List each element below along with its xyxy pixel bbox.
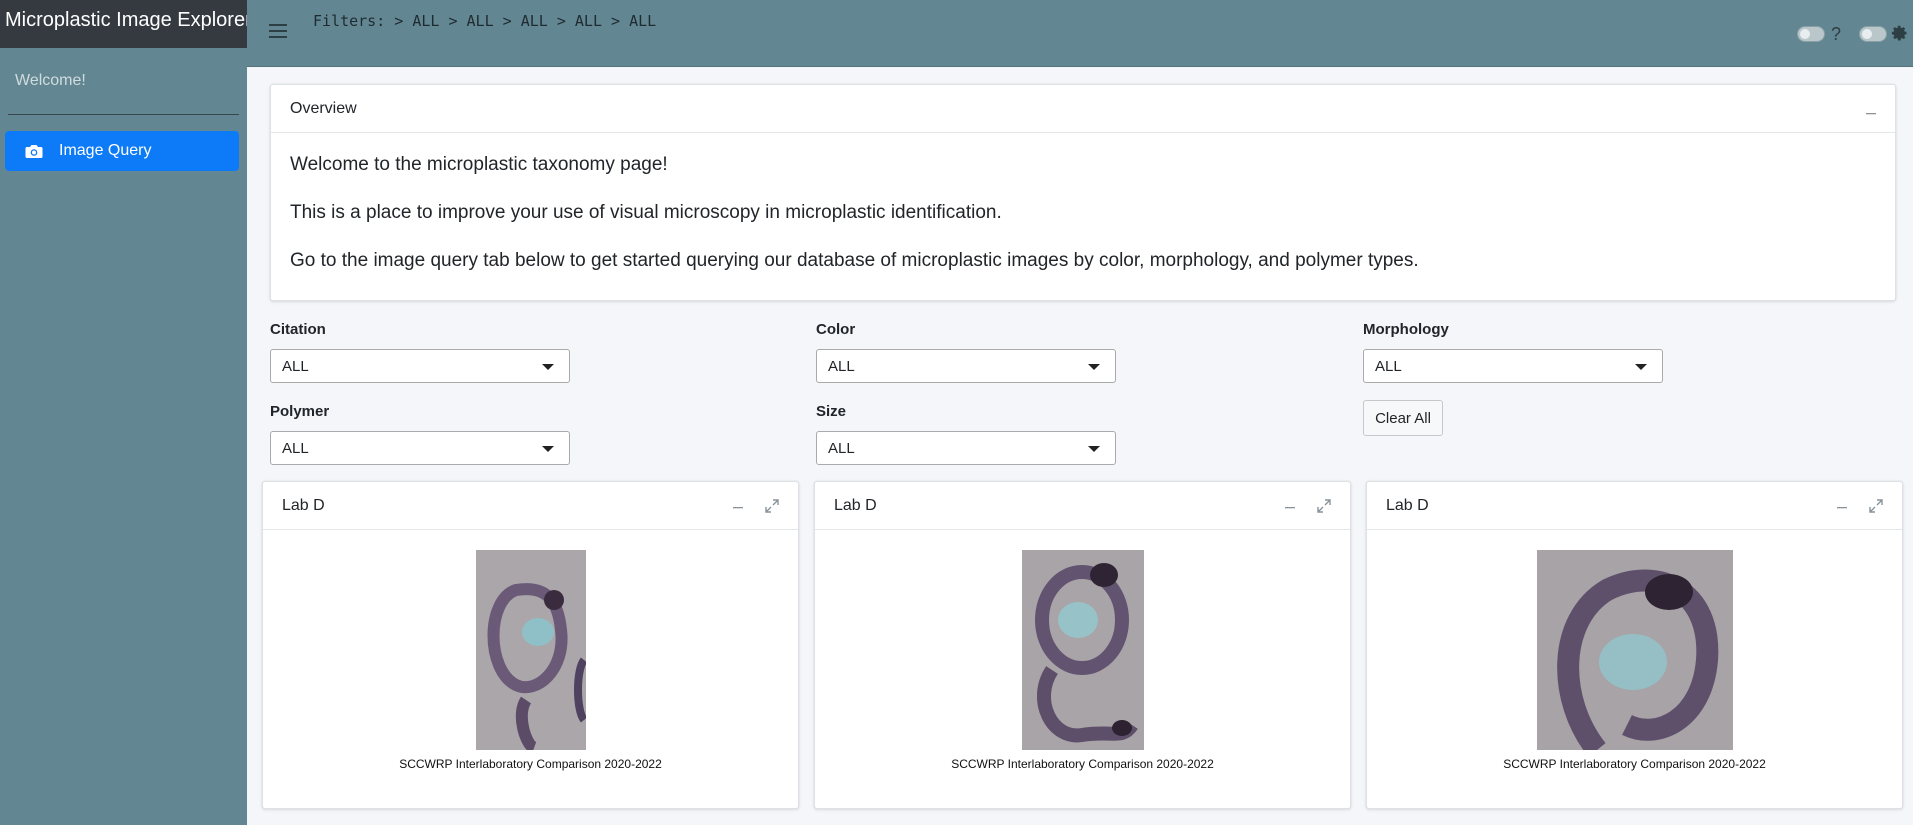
microplastic-image[interactable] [475,550,586,750]
color-select[interactable]: ALL [816,349,1116,383]
morphology-value: ALL [1375,357,1402,375]
result-caption: SCCWRP Interlaboratory Comparison 2020-2… [951,757,1214,771]
result-card-title: Lab D [834,496,877,514]
welcome-text: Welcome! [15,72,86,89]
result-card: Lab D SCCWRP Interlaboratory Comparison … [814,481,1351,809]
expand-icon[interactable] [1316,498,1332,514]
result-image-wrap [815,550,1350,750]
sidebar-divider [8,114,239,115]
citation-select[interactable]: ALL [270,349,570,383]
filters-breadcrumb: Filters: > ALL > ALL > ALL > ALL > ALL [313,12,657,30]
collapse-icon[interactable] [1863,101,1879,117]
top-navbar: Filters: > ALL > ALL > ALL > ALL > ALL ? [247,0,1913,67]
sidebar-item-label: Image Query [59,142,152,159]
size-label: Size [816,403,847,420]
result-card-header: Lab D [263,482,798,530]
polymer-value: ALL [282,439,309,457]
polymer-label: Polymer [270,403,330,420]
overview-body: Welcome to the microplastic taxonomy pag… [271,133,1895,273]
citation-label: Citation [270,321,326,338]
camera-icon [25,141,51,161]
citation-value: ALL [282,357,309,375]
gear-icon[interactable] [1891,25,1909,43]
overview-card: Overview Welcome to the microplastic tax… [270,84,1896,301]
result-image-wrap [1367,550,1902,750]
overview-line: Go to the image query tab below to get s… [290,250,1419,271]
chevron-down-icon [1088,364,1100,370]
collapse-icon[interactable] [1282,498,1298,514]
result-card: Lab D SCCWRP Interlaboratory Comparison … [1366,481,1903,809]
sidebar: Microplastic Image Explorer Welcome! Ima… [0,0,247,825]
result-card-header: Lab D [815,482,1350,530]
overview-title: Overview [290,99,357,117]
microplastic-image[interactable] [1021,550,1144,750]
chevron-down-icon [542,446,554,452]
color-value: ALL [828,357,855,375]
size-value: ALL [828,439,855,457]
help-toggle-switch[interactable] [1796,26,1825,42]
overview-line: Welcome to the microplastic taxonomy pag… [290,154,668,175]
result-card-header: Lab D [1367,482,1902,530]
collapse-icon[interactable] [730,498,746,514]
color-label: Color [816,321,856,338]
result-caption: SCCWRP Interlaboratory Comparison 2020-2… [399,757,662,771]
hamburger-icon[interactable] [269,20,287,42]
result-card-title: Lab D [1386,496,1429,514]
polymer-select[interactable]: ALL [270,431,570,465]
theme-toggle-switch[interactable] [1859,26,1887,42]
microplastic-image[interactable] [1536,550,1733,750]
collapse-icon[interactable] [1834,498,1850,514]
morphology-label: Morphology [1363,321,1449,338]
sidebar-item-image-query[interactable]: Image Query [5,131,239,171]
clear-all-button[interactable]: Clear All [1363,400,1443,436]
help-icon[interactable]: ? [1831,24,1841,45]
result-card-title: Lab D [282,496,325,514]
chevron-down-icon [1088,446,1100,452]
app-title[interactable]: Microplastic Image Explorer [0,0,247,48]
overview-header: Overview [271,85,1895,133]
result-caption: SCCWRP Interlaboratory Comparison 2020-2… [1503,757,1766,771]
header-controls: ? [1796,22,1913,46]
result-card: Lab D SCCWRP Interlaboratory Comparison … [262,481,799,809]
expand-icon[interactable] [1868,498,1884,514]
expand-icon[interactable] [764,498,780,514]
chevron-down-icon [1635,364,1647,370]
result-image-wrap [263,550,798,750]
chevron-down-icon [542,364,554,370]
overview-line: This is a place to improve your use of v… [290,202,1002,223]
size-select[interactable]: ALL [816,431,1116,465]
morphology-select[interactable]: ALL [1363,349,1663,383]
